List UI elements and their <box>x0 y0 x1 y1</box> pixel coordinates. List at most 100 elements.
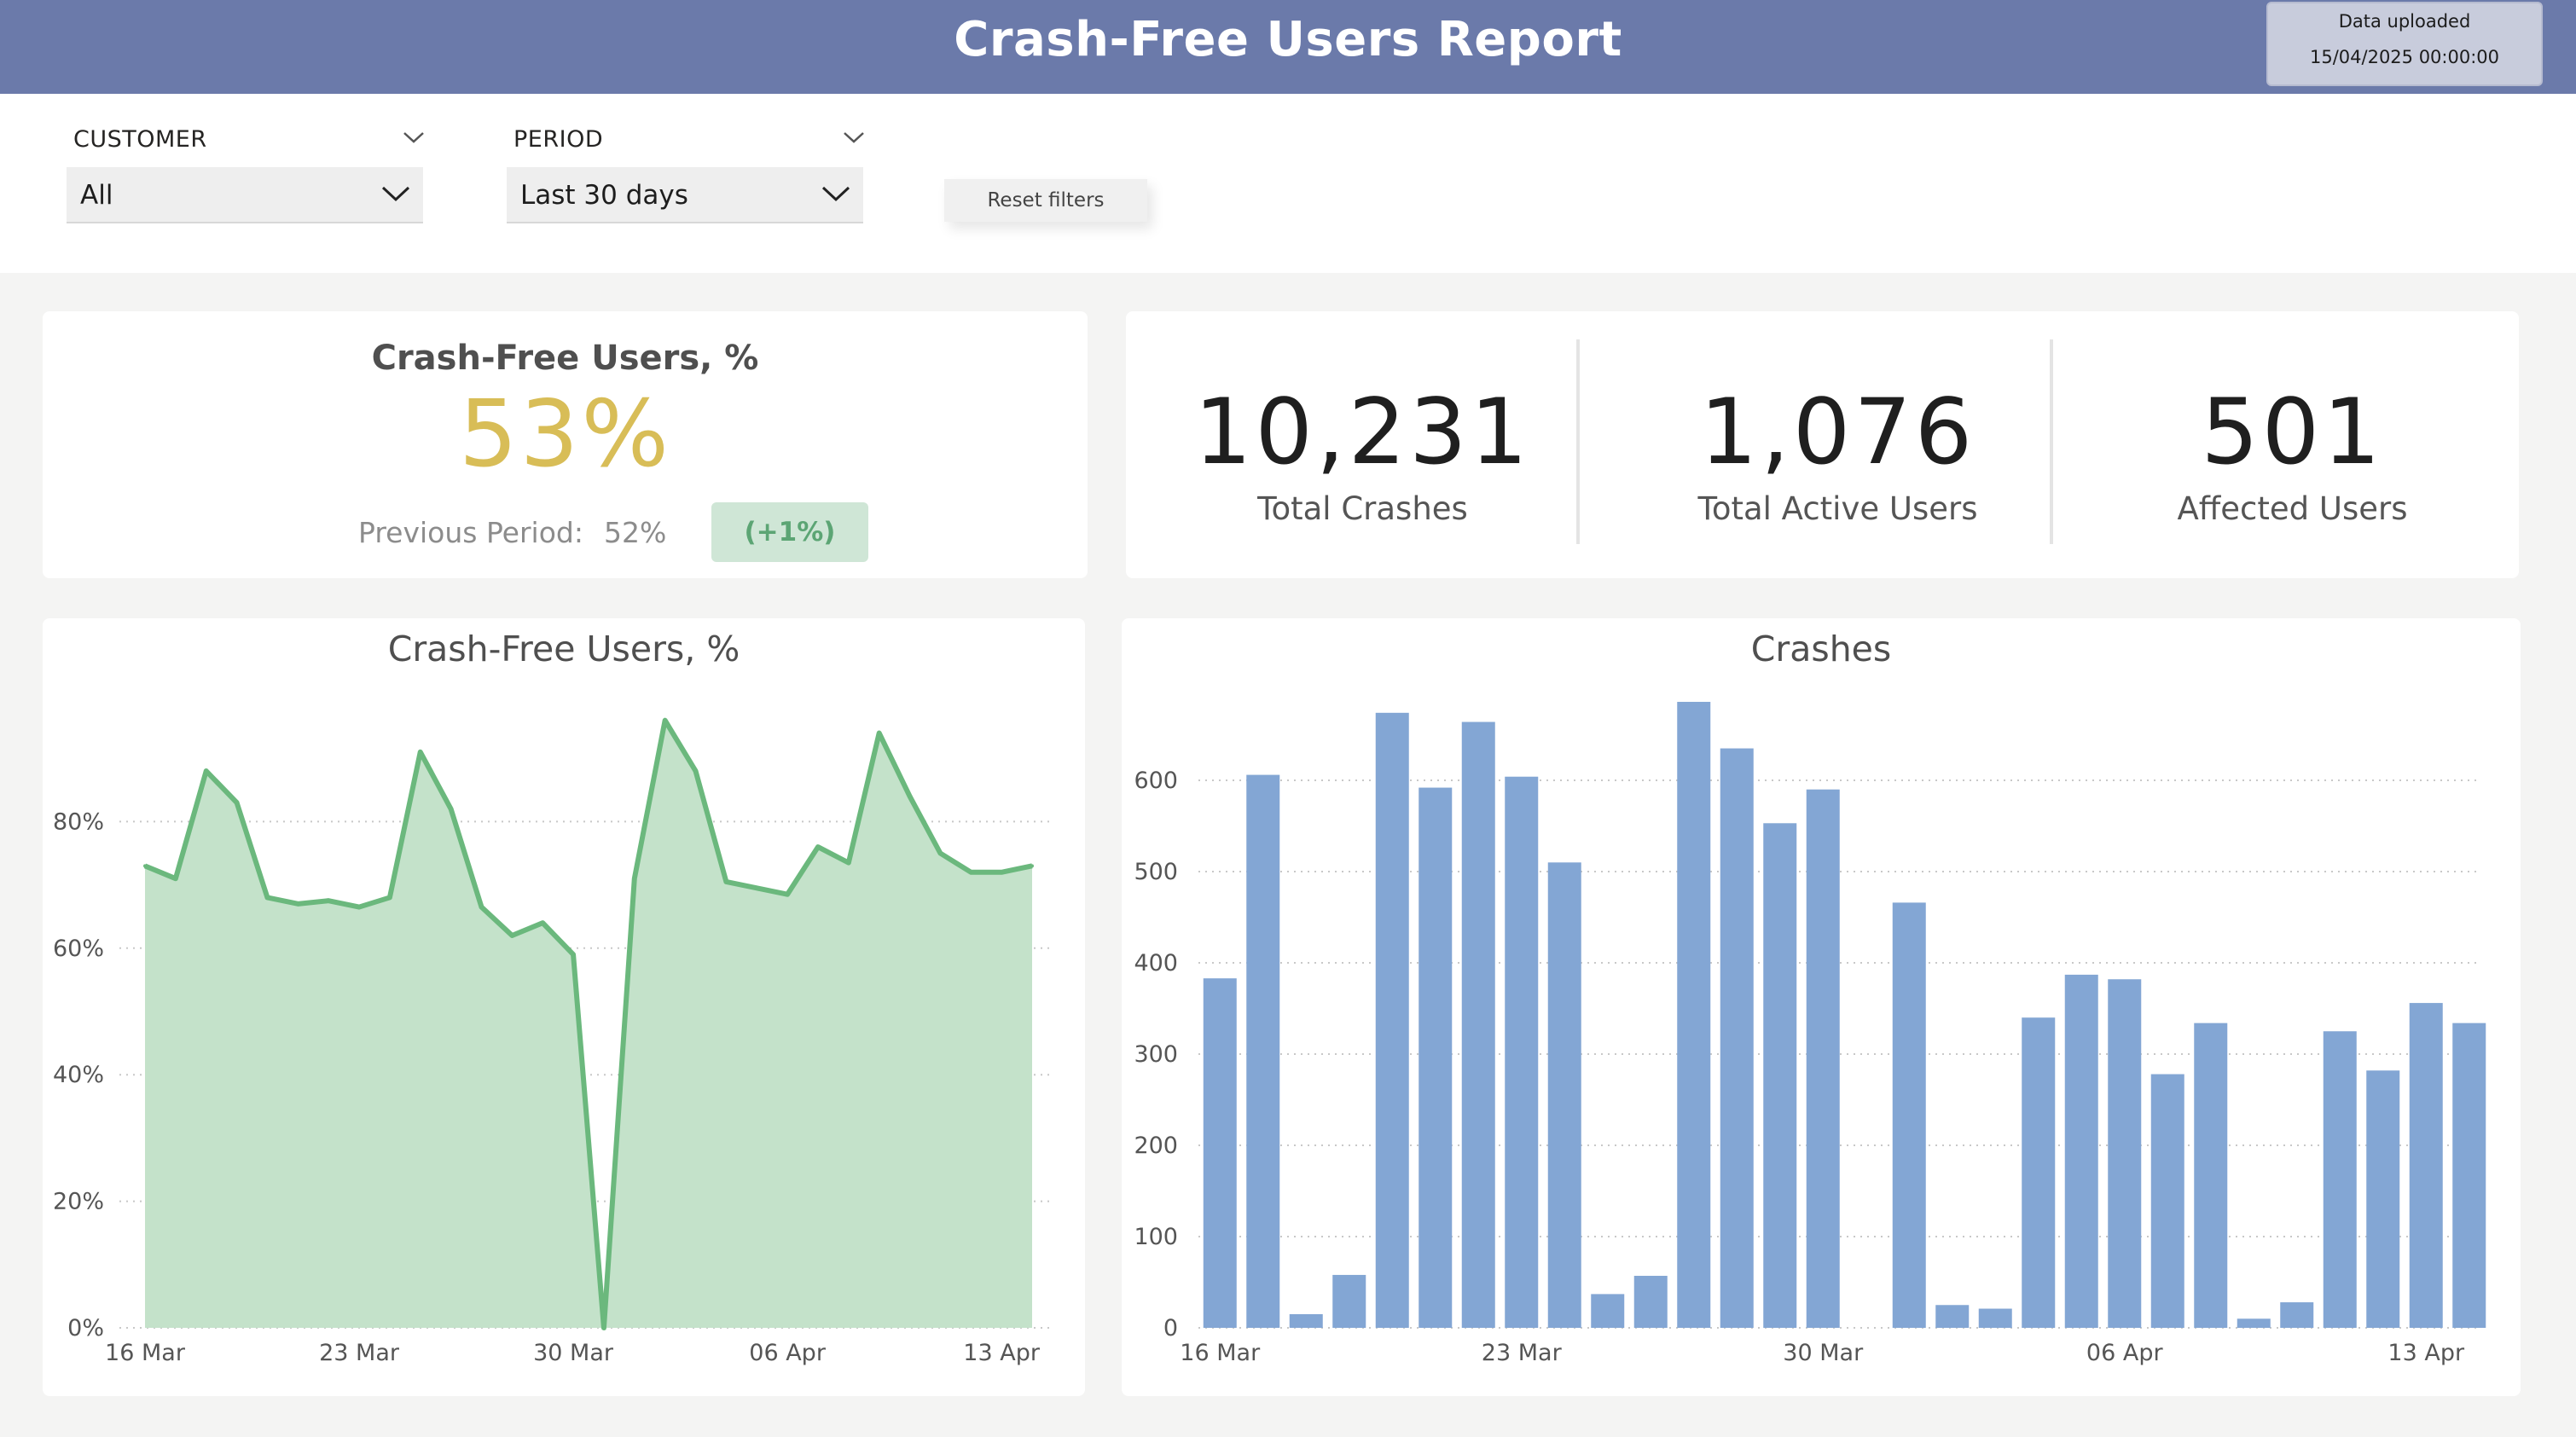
data-point <box>296 901 300 906</box>
data-point <box>815 845 820 849</box>
data-point <box>387 895 392 900</box>
y-tick-label: 80% <box>53 808 104 835</box>
data-point <box>510 933 514 937</box>
bar <box>1461 721 1495 1328</box>
bar <box>2409 1003 2443 1328</box>
bar <box>2452 1023 2486 1328</box>
metric-value: 10,231 <box>1194 380 1531 484</box>
y-tick-label: 100 <box>1134 1224 1178 1250</box>
x-tick-label: 13 Apr <box>2387 1340 2465 1366</box>
bar <box>1505 776 1539 1328</box>
chevron-down-icon <box>381 186 410 202</box>
bar <box>1289 1313 1323 1328</box>
metric-divider <box>1576 339 1580 544</box>
y-tick-label: 0 <box>1163 1315 1178 1341</box>
bar <box>1375 712 1409 1328</box>
crashes-bar-chart: 0 100 200 300 400 500 600 16 Mar 23 Mar 30 Mar 06 … <box>1134 701 2486 1366</box>
data-point <box>235 801 239 805</box>
data-point <box>601 1326 606 1330</box>
x-tick-label: 23 Mar <box>1482 1340 1563 1366</box>
upload-timestamp: 15/04/2025 00:00:00 <box>2309 47 2500 67</box>
y-tick-label: 500 <box>1134 859 1178 885</box>
period-slicer-label: PERIOD <box>513 126 604 153</box>
x-tick-label: 23 Mar <box>319 1340 400 1366</box>
crash-free-chart-card: Crash-Free Users, % 0% 20% 40% 60% 80% 16 Mar… <box>43 618 1085 1396</box>
data-point <box>969 870 973 874</box>
data-point <box>357 905 362 909</box>
data-point <box>265 895 270 900</box>
previous-period-value: 52% <box>604 516 667 549</box>
data-point <box>327 899 331 903</box>
data-point <box>143 864 147 868</box>
bar <box>1677 701 1711 1328</box>
data-point <box>1030 864 1034 868</box>
metric-label: Affected Users <box>2177 490 2408 527</box>
bar <box>2237 1318 2271 1328</box>
data-point <box>693 769 698 774</box>
previous-period-label: Previous Period: <box>358 516 583 549</box>
bar <box>1591 1294 1625 1328</box>
bar <box>1935 1305 1970 1328</box>
bar <box>2194 1023 2228 1328</box>
x-tick-label: 16 Mar <box>1180 1340 1261 1366</box>
period-dropdown[interactable]: Last 30 days <box>507 167 863 223</box>
metric-label: Total Active Users <box>1697 490 1978 527</box>
metric-total-active-users: 1,076 Total Active Users <box>1601 311 2074 577</box>
bar <box>1633 1276 1668 1328</box>
x-tick-label: 06 Apr <box>2086 1340 2164 1366</box>
bar <box>1763 823 1797 1328</box>
data-point <box>1000 870 1004 874</box>
bar <box>1246 774 1280 1328</box>
period-dropdown-value: Last 30 days <box>520 180 688 211</box>
customer-slicer-label: CUSTOMER <box>73 126 207 153</box>
data-point <box>204 769 208 774</box>
data-point <box>571 953 576 957</box>
chevron-down-icon[interactable] <box>841 125 867 150</box>
area-fill <box>145 720 1032 1328</box>
filter-bar: CUSTOMER All PERIOD Last 30 days Reset f… <box>0 94 2576 273</box>
crashes-chart-card: Crashes 0 100 200 300 400 500 600 16 Mar 23 Mar 3… <box>1122 618 2521 1396</box>
kpi-title: Crash-Free Users, % <box>371 339 759 378</box>
bar <box>1547 862 1581 1328</box>
bar <box>1806 789 1840 1328</box>
data-point <box>877 731 881 735</box>
delta-badge: (+1%) <box>711 502 868 562</box>
x-tick-label: 30 Mar <box>1783 1340 1864 1366</box>
bar <box>2064 974 2098 1328</box>
upload-label: Data uploaded <box>2338 11 2471 32</box>
chevron-down-icon[interactable] <box>401 125 426 150</box>
reset-filters-button[interactable]: Reset filters <box>944 179 1147 222</box>
customer-dropdown-value: All <box>80 180 113 211</box>
data-point <box>663 718 667 722</box>
customer-dropdown[interactable]: All <box>67 167 423 223</box>
data-point <box>632 877 636 881</box>
metric-value: 501 <box>2201 380 2384 484</box>
data-point <box>755 886 759 890</box>
bar <box>1978 1308 2012 1328</box>
bar <box>2022 1017 2056 1328</box>
bar <box>1419 787 1453 1328</box>
crash-free-kpi-card: Crash-Free Users, % 53% Previous Period:… <box>43 311 1088 578</box>
kpi-value: 53% <box>458 381 672 488</box>
y-tick-label: 40% <box>53 1062 104 1088</box>
data-point <box>418 750 422 754</box>
y-tick-label: 0% <box>67 1315 104 1341</box>
report-header: Crash-Free Users Report Data uploaded 15… <box>0 0 2576 94</box>
x-tick-label: 16 Mar <box>105 1340 186 1366</box>
data-point <box>908 794 912 798</box>
x-tick-label: 30 Mar <box>533 1340 614 1366</box>
metric-divider <box>2050 339 2053 544</box>
data-point <box>724 879 728 884</box>
metrics-card: 10,231 Total Crashes 1,076 Total Active … <box>1126 311 2519 578</box>
metric-label: Total Crashes <box>1257 490 1468 527</box>
data-point <box>938 851 943 855</box>
data-point <box>173 877 177 881</box>
metric-total-crashes: 10,231 Total Crashes <box>1126 311 1599 577</box>
data-point <box>846 860 850 865</box>
data-upload-info: Data uploaded 15/04/2025 00:00:00 <box>2266 2 2543 86</box>
metric-value: 1,076 <box>1699 380 1976 484</box>
bar <box>2108 979 2142 1328</box>
data-point <box>541 921 545 925</box>
bar <box>2323 1031 2357 1328</box>
bar <box>1203 978 1237 1328</box>
